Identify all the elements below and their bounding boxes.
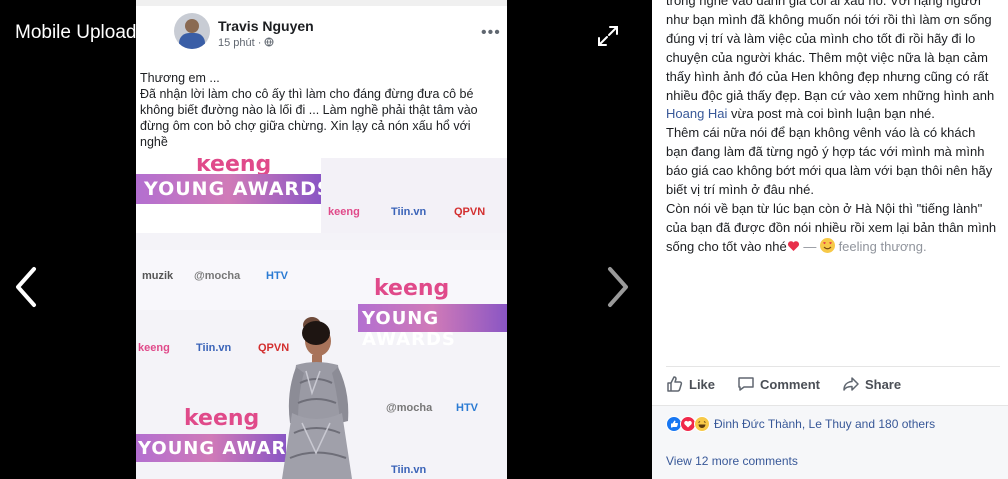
share-label: Share bbox=[864, 376, 902, 392]
backdrop-title: YOUNG AWARDS bbox=[144, 178, 332, 200]
caption-paragraph-3: Còn nói về bạn từ lúc bạn còn ở Hà Nội t… bbox=[666, 200, 1000, 257]
globe-icon bbox=[264, 37, 274, 47]
next-photo-icon[interactable] bbox=[600, 265, 634, 309]
logo-tiin-3: Tiin.vn bbox=[391, 464, 427, 476]
logo-htv-2: HTV bbox=[456, 402, 478, 414]
reaction-names: Đinh Đức Thành, Le Thuy and 180 others bbox=[714, 417, 936, 431]
person-in-gown bbox=[282, 317, 352, 479]
album-title[interactable]: Mobile Uploads bbox=[15, 22, 146, 44]
caption-text-1: trong nghề vào đánh giá coi ai xấu hổ. V… bbox=[666, 0, 995, 103]
mention-link[interactable]: Hoang Hai bbox=[666, 106, 727, 121]
share-icon bbox=[843, 377, 859, 391]
logo-mocha: @mocha bbox=[194, 270, 241, 282]
comment-icon bbox=[738, 377, 754, 391]
photo-viewer: Mobile Uploads Travis Nguyen 15 phút · •… bbox=[0, 0, 652, 479]
caption-text-1b: vừa post mà coi bình luận bạn nhé. bbox=[727, 106, 935, 122]
reactions-summary[interactable]: Đinh Đức Thành, Le Thuy and 180 others bbox=[666, 416, 935, 432]
backdrop-board-right bbox=[321, 158, 507, 233]
like-label: Like bbox=[689, 376, 716, 392]
caption-dash: — bbox=[799, 238, 820, 254]
post-caption: trong nghề vào đánh giá coi ai xấu hổ. V… bbox=[666, 0, 1000, 257]
logo-muzik: muzik bbox=[142, 270, 174, 282]
post-text: Thương em ... Đã nhận lời làm cho cô ấy … bbox=[140, 71, 478, 149]
post-time-text: 15 phút · bbox=[218, 37, 265, 49]
view-more-comments-link[interactable]: View 12 more comments bbox=[666, 454, 798, 468]
share-button[interactable]: Share bbox=[842, 375, 901, 393]
thumbs-up-icon bbox=[667, 376, 683, 392]
expand-icon[interactable] bbox=[596, 24, 620, 48]
post-timestamp: 15 phút · bbox=[218, 37, 274, 49]
logo-qpvn: QPVN bbox=[454, 206, 486, 218]
backdrop-title-2: YOUNG AWARDS bbox=[362, 308, 456, 350]
logo-keeng-2: keeng bbox=[138, 342, 170, 354]
logo-tiin-2: Tiin.vn bbox=[196, 342, 232, 354]
like-button[interactable]: Like bbox=[666, 375, 715, 393]
comment-button[interactable]: Comment bbox=[737, 375, 820, 393]
red-heart-icon bbox=[787, 240, 799, 251]
post-actions: Like Comment Share bbox=[666, 366, 1000, 401]
caption-paragraph-1: trong nghề vào đánh giá coi ai xấu hổ. V… bbox=[666, 0, 1000, 124]
logo-keeng: keeng bbox=[328, 206, 360, 218]
phone-status-bar bbox=[136, 0, 507, 6]
author-avatar bbox=[174, 13, 210, 49]
feeling-text[interactable]: feeling thương. bbox=[839, 239, 927, 254]
post-author-name: Travis Nguyen bbox=[218, 18, 314, 34]
logo-mocha-2: @mocha bbox=[386, 402, 433, 414]
comment-label: Comment bbox=[760, 376, 820, 392]
haha-reaction-icon bbox=[694, 416, 710, 432]
previous-photo-icon[interactable] bbox=[10, 265, 44, 309]
event-photo: keeng YOUNG AWARDS keeng Tiin.vn QPVN mu… bbox=[136, 158, 507, 479]
backdrop-logo-keeng-3: keeng bbox=[184, 406, 260, 431]
phone-screenshot: Travis Nguyen 15 phút · ••• Thương em ..… bbox=[136, 0, 507, 479]
caption-paragraph-2: Thêm cái nữa nói để bạn không vênh váo l… bbox=[666, 125, 993, 198]
logo-tiin: Tiin.vn bbox=[391, 206, 427, 218]
post-sidebar: trong nghề vào đánh giá coi ai xấu hổ. V… bbox=[652, 0, 1008, 479]
more-options-icon: ••• bbox=[481, 24, 501, 41]
reactions-area: Đinh Đức Thành, Le Thuy and 180 others V… bbox=[652, 405, 1008, 479]
heart-eyes-emoji-icon bbox=[819, 237, 835, 253]
backdrop-logo-keeng-2: keeng bbox=[374, 276, 450, 301]
